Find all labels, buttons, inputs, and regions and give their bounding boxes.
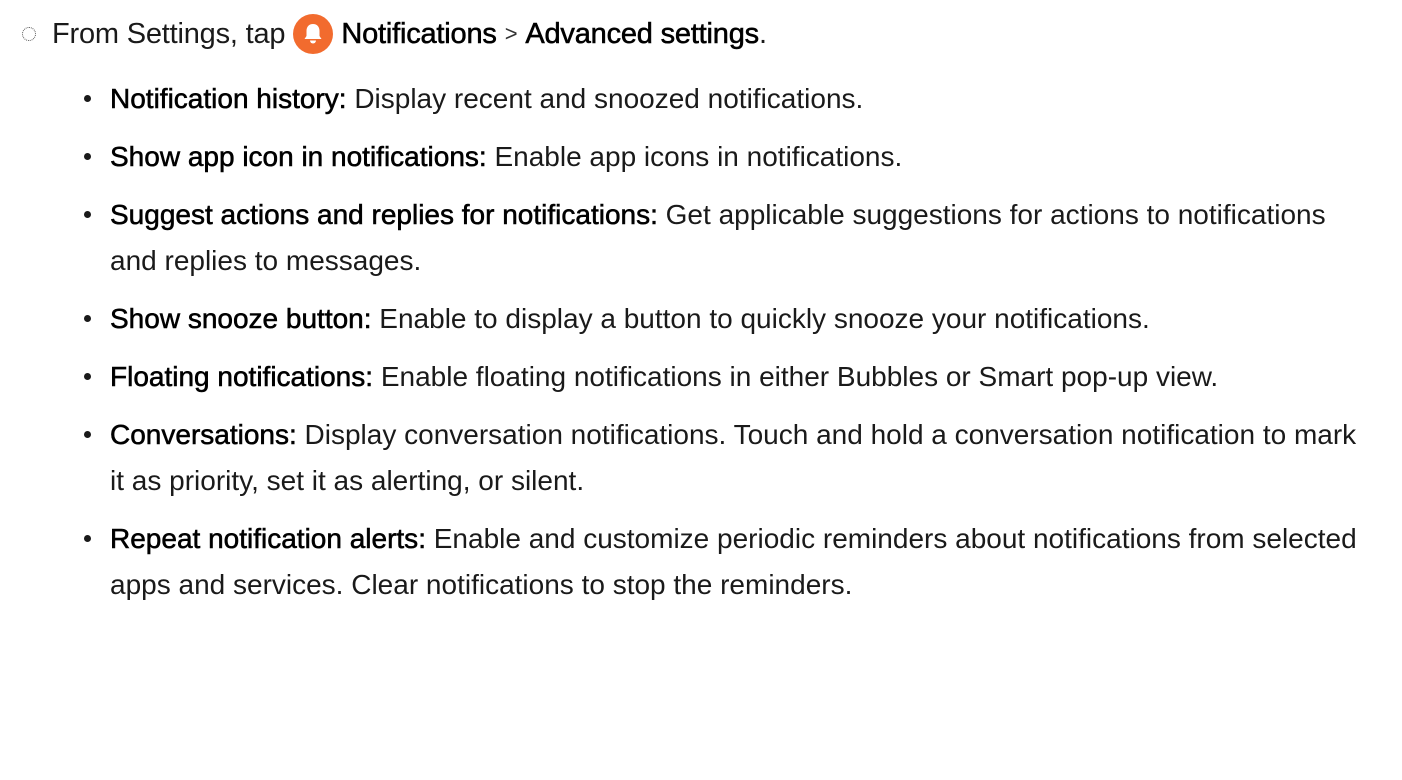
option-description: Display recent and snoozed notifications… bbox=[346, 83, 864, 114]
option-colon: : bbox=[418, 523, 426, 555]
list-item-floating-notifications: Floating notifications: Enable floating … bbox=[0, 354, 1402, 400]
option-description: Enable floating notifications in either … bbox=[373, 361, 1219, 392]
option-colon: : bbox=[288, 419, 297, 451]
bullet-icon bbox=[84, 373, 91, 380]
breadcrumb-separator: > bbox=[504, 21, 518, 46]
list-item-conversations: Conversations: Display conversation noti… bbox=[0, 412, 1402, 504]
option-term: Floating notifications bbox=[110, 361, 366, 393]
option-colon: : bbox=[478, 141, 487, 173]
bullet-icon bbox=[84, 211, 91, 218]
list-item-show-snooze-button: Show snooze button: Enable to display a … bbox=[0, 296, 1402, 342]
bullet-icon bbox=[84, 431, 91, 438]
notifications-link: Notifications bbox=[341, 17, 497, 50]
option-term: Repeat notification alerts bbox=[110, 523, 419, 555]
option-colon: : bbox=[365, 361, 374, 393]
option-term: Show app icon in notifications bbox=[110, 141, 479, 173]
list-item-notification-history: Notification history: Display recent and… bbox=[0, 76, 1402, 122]
bullet-icon bbox=[84, 95, 91, 102]
option-term: Suggest actions and replies for notifica… bbox=[110, 199, 651, 231]
option-term: Notification history bbox=[110, 83, 339, 115]
bullet-icon bbox=[84, 315, 91, 322]
option-colon: : bbox=[650, 199, 658, 231]
list-item-show-app-icon: Show app icon in notifications: Enable a… bbox=[0, 134, 1402, 180]
notification-bell-icon bbox=[293, 14, 334, 54]
instruction-step: From Settings, tap Notifications > Advan… bbox=[0, 0, 1402, 780]
settings-options-list: Notification history: Display recent and… bbox=[0, 76, 1402, 620]
step-line: From Settings, tap Notifications > Advan… bbox=[0, 14, 767, 54]
step-marker-icon bbox=[22, 27, 36, 41]
step-suffix: . bbox=[758, 17, 767, 50]
option-term: Show snooze button bbox=[110, 303, 364, 335]
advanced-settings-link: Advanced settings bbox=[525, 17, 759, 50]
option-description: Enable to display a button to quickly sn… bbox=[371, 303, 1150, 334]
step-prefix: From Settings, tap bbox=[52, 17, 286, 50]
option-colon: : bbox=[363, 303, 372, 335]
bullet-icon bbox=[84, 153, 91, 160]
list-item-repeat-notification-alerts: Repeat notification alerts: Enable and c… bbox=[0, 516, 1402, 608]
bullet-icon bbox=[84, 535, 91, 542]
option-description: Display conversation notifications. Touc… bbox=[110, 419, 1357, 496]
option-term: Conversations bbox=[110, 419, 290, 451]
option-colon: : bbox=[338, 83, 347, 115]
option-description: Enable app icons in notifications. bbox=[486, 141, 903, 172]
list-item-suggest-actions: Suggest actions and replies for notifica… bbox=[0, 192, 1402, 284]
